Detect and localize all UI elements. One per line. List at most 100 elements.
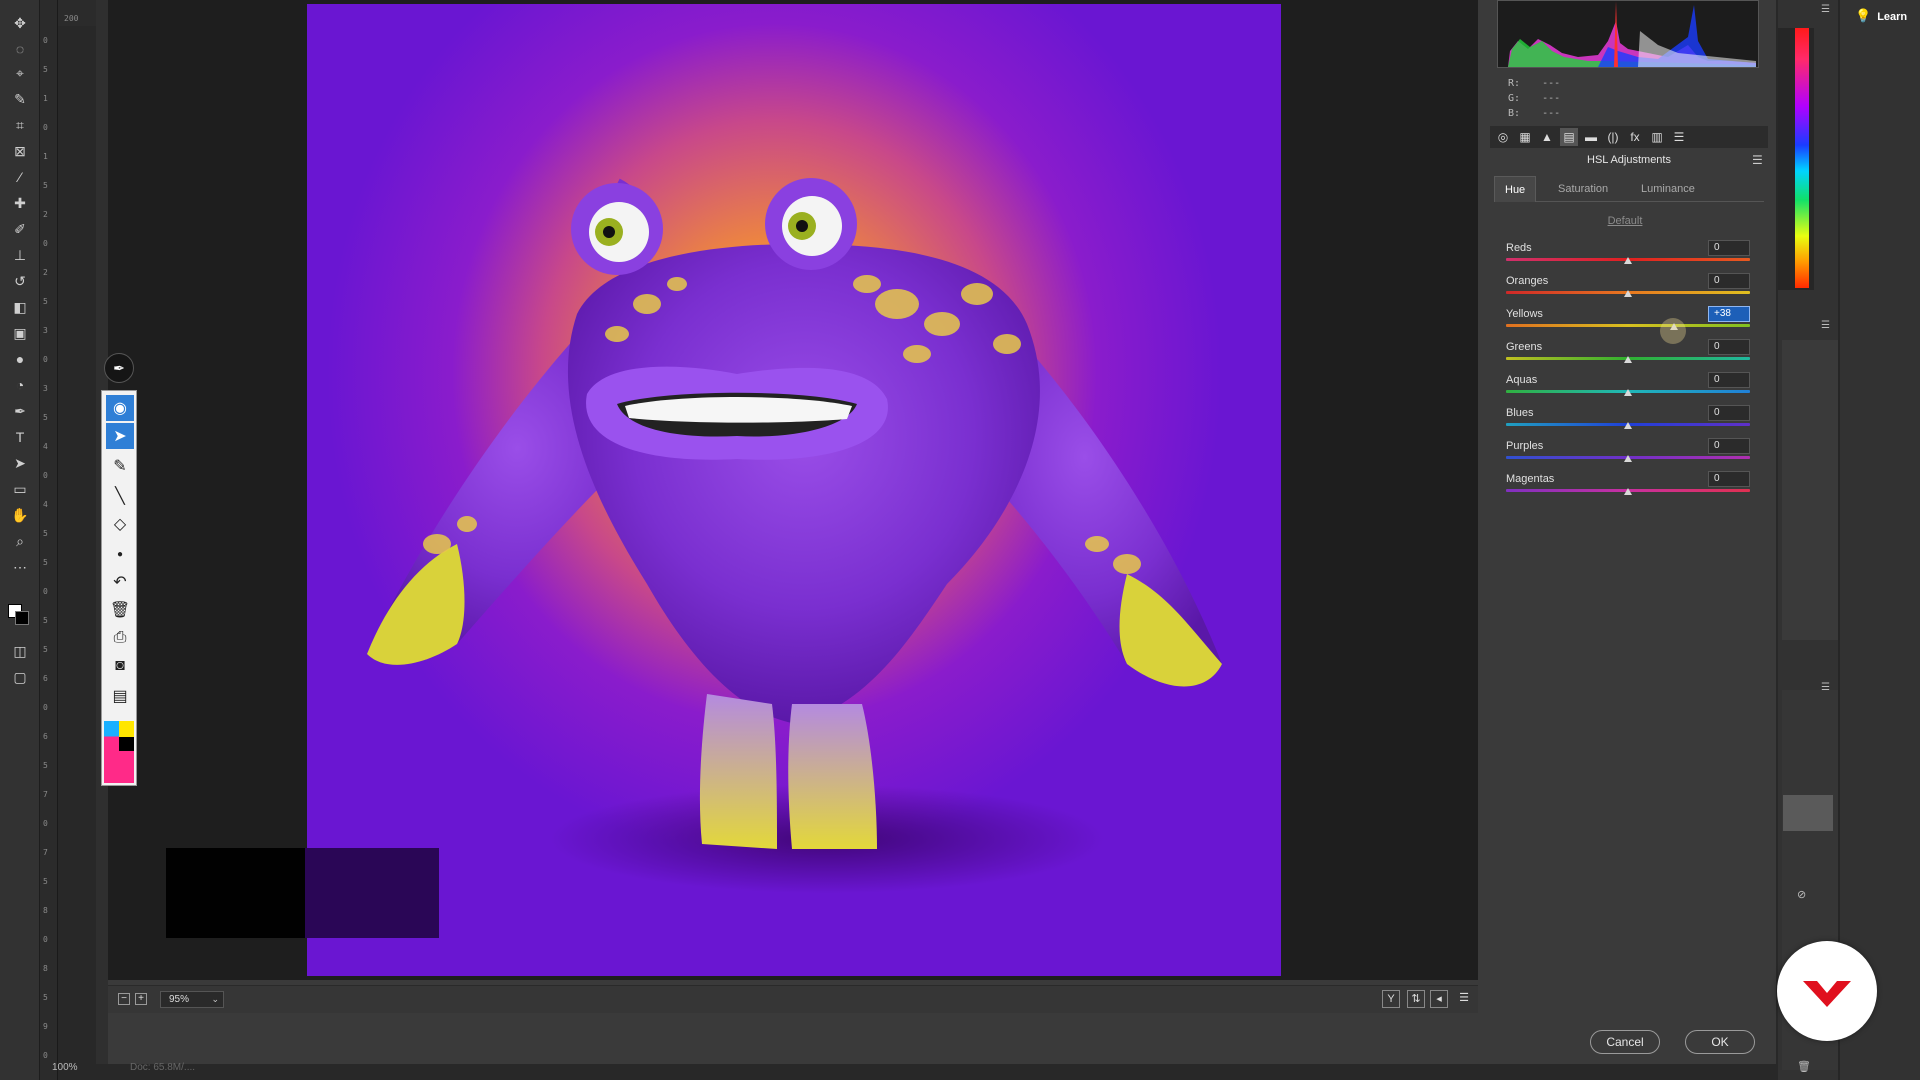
hsl-grayscale-icon[interactable]: ▤	[1560, 128, 1578, 146]
ruler-mark: 9	[43, 1022, 48, 1031]
background-color-swatch[interactable]	[15, 611, 29, 625]
move-icon[interactable]: ✥	[8, 12, 32, 34]
learn-button[interactable]: 💡 Learn	[1855, 8, 1915, 28]
panel-menu-icon[interactable]: ☰	[1821, 320, 1835, 331]
trash-icon[interactable]: 🗑	[1797, 1060, 1811, 1074]
brush-icon[interactable]: ✐	[8, 218, 32, 240]
hand-icon[interactable]: ✋	[8, 504, 32, 526]
copy-settings-icon[interactable]: ◂	[1430, 990, 1448, 1008]
frame-icon[interactable]: ⊠	[8, 140, 32, 162]
more-icon[interactable]: ⋯	[8, 556, 32, 578]
gradient-icon[interactable]: ▣	[8, 322, 32, 344]
slider-thumb[interactable]	[1624, 356, 1632, 363]
slider-label: Yellows	[1506, 308, 1543, 320]
slider-thumb[interactable]	[1624, 290, 1632, 297]
r-label: R:	[1508, 78, 1521, 89]
lightbulb-icon: 💡	[1855, 8, 1872, 23]
history-brush-icon[interactable]: ↺	[8, 270, 32, 292]
slider-thumb[interactable]	[1624, 455, 1632, 462]
split-toning-icon[interactable]: ▬	[1582, 128, 1600, 146]
polygon-lasso-icon[interactable]: ⌖	[8, 62, 32, 84]
printer-icon[interactable]: ⎙	[106, 625, 134, 651]
slider-track[interactable]	[1506, 324, 1750, 327]
line-icon[interactable]: ╲	[106, 483, 134, 509]
zoom-level-select[interactable]: 95% ⌄	[160, 991, 224, 1008]
slider-value-input[interactable]: 0	[1708, 438, 1750, 454]
slider-value-input[interactable]: +38	[1708, 306, 1750, 322]
ruler-mark: 0	[43, 703, 48, 712]
ruler-mark: 8	[43, 964, 48, 973]
type-icon[interactable]: T	[8, 426, 32, 448]
before-after-toggle-icon[interactable]: Y	[1382, 990, 1400, 1008]
tone-curve-grid-icon[interactable]: ▦	[1516, 128, 1534, 146]
camera-icon[interactable]: ◙	[106, 653, 134, 679]
healing-icon[interactable]: ✚	[8, 192, 32, 214]
screen-mode-icon[interactable]: ▢	[8, 666, 32, 688]
eye-icon[interactable]: ◉	[106, 395, 134, 421]
trash-icon[interactable]: 🗑	[106, 597, 134, 623]
eraser-icon[interactable]: ◧	[8, 296, 32, 318]
path-select-icon[interactable]: ➤	[8, 452, 32, 474]
slider-value-input[interactable]: 0	[1708, 471, 1750, 487]
pen-nib-icon[interactable]: ✒	[104, 353, 134, 383]
ok-button[interactable]: OK	[1685, 1030, 1755, 1054]
pen-icon[interactable]: ✒	[8, 400, 32, 422]
eyedropper-icon[interactable]: ⁄	[8, 166, 32, 188]
crop-icon[interactable]: ⌗	[8, 114, 32, 136]
zoom-in-button[interactable]: +	[135, 993, 147, 1005]
tab-luminance[interactable]: Luminance	[1631, 176, 1705, 202]
clipboard-icon[interactable]: ▤	[106, 683, 134, 709]
zoom-icon[interactable]: ⌕	[8, 530, 32, 552]
zoom-out-button[interactable]: −	[118, 993, 130, 1005]
slider-value-input[interactable]: 0	[1708, 240, 1750, 256]
cancel-button[interactable]: Cancel	[1590, 1030, 1660, 1054]
slider-value-input[interactable]: 0	[1708, 339, 1750, 355]
swap-settings-icon[interactable]: ⇅	[1407, 990, 1425, 1008]
color-spectrum-ramp[interactable]	[1795, 28, 1809, 288]
panel-menu-icon[interactable]: ☰	[1752, 153, 1764, 167]
black-swatch[interactable]	[119, 737, 134, 751]
ruler-mark: 0	[43, 36, 48, 45]
ruler-mark: 6	[43, 732, 48, 741]
selected-layer-thumb[interactable]	[1783, 795, 1833, 831]
brush-icon[interactable]: ✎	[106, 453, 134, 479]
slider-value-input[interactable]: 0	[1708, 405, 1750, 421]
ruler-mark: 5	[43, 413, 48, 422]
tab-hue[interactable]: Hue	[1494, 176, 1537, 202]
quick-select-icon[interactable]: ✎	[8, 88, 32, 110]
pointer-icon[interactable]: ➤	[106, 423, 134, 449]
panel-menu-icon[interactable]: ☰	[1821, 4, 1835, 15]
slider-thumb[interactable]	[1624, 389, 1632, 396]
detail-mountain-icon[interactable]: ▲	[1538, 128, 1556, 146]
lasso-icon[interactable]: ◌	[8, 38, 32, 60]
link-icon[interactable]: ⊘	[1797, 888, 1811, 902]
dot-icon[interactable]: ●	[106, 541, 134, 567]
presets-sliders-icon[interactable]: ☰	[1670, 128, 1688, 146]
preview-image[interactable]	[307, 4, 1281, 976]
color-swatch-block[interactable]	[104, 721, 134, 783]
ruler-mark: 2	[43, 210, 48, 219]
r-value: ---	[1542, 78, 1561, 89]
slider-value-input[interactable]: 0	[1708, 273, 1750, 289]
settings-toggle-icon[interactable]: ☰	[1455, 990, 1473, 1008]
quick-mask-icon[interactable]: ◫	[8, 640, 32, 662]
stamp-icon[interactable]: ⊥	[8, 244, 32, 266]
undo-icon[interactable]: ↶	[106, 569, 134, 595]
yellow-swatch[interactable]	[119, 721, 134, 737]
slider-thumb[interactable]	[1624, 488, 1632, 495]
default-link[interactable]: Default	[1590, 215, 1660, 229]
effects-fx-icon[interactable]: fx	[1626, 128, 1644, 146]
slider-value-input[interactable]: 0	[1708, 372, 1750, 388]
basic-aperture-icon[interactable]: ◎	[1494, 128, 1512, 146]
rectangle-icon[interactable]: ▭	[8, 478, 32, 500]
slider-thumb[interactable]	[1624, 257, 1632, 264]
lens-corrections-icon[interactable]: (|)	[1604, 128, 1622, 146]
status-zoom[interactable]: 100%	[44, 1062, 104, 1078]
tab-saturation[interactable]: Saturation	[1548, 176, 1618, 202]
blur-icon[interactable]: ●	[8, 348, 32, 370]
dodge-icon[interactable]: ◔	[8, 374, 32, 396]
slider-thumb[interactable]	[1624, 422, 1632, 429]
ruler-mark: 8	[43, 906, 48, 915]
camera-calibration-icon[interactable]: ▥	[1648, 128, 1666, 146]
eraser-icon[interactable]: ◇	[106, 511, 134, 537]
